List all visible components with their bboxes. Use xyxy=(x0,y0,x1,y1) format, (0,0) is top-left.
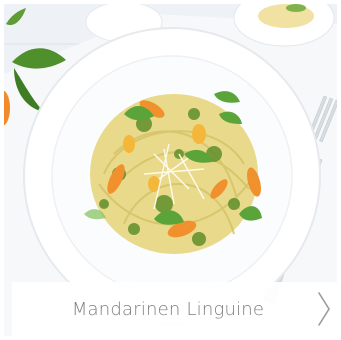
chevron-right-icon[interactable] xyxy=(310,282,338,336)
recipe-card[interactable]: Mandarinen Linguine xyxy=(0,0,341,340)
recipe-title: Mandarinen Linguine xyxy=(71,298,265,320)
recipe-caption-bar[interactable]: Mandarinen Linguine xyxy=(12,282,338,336)
